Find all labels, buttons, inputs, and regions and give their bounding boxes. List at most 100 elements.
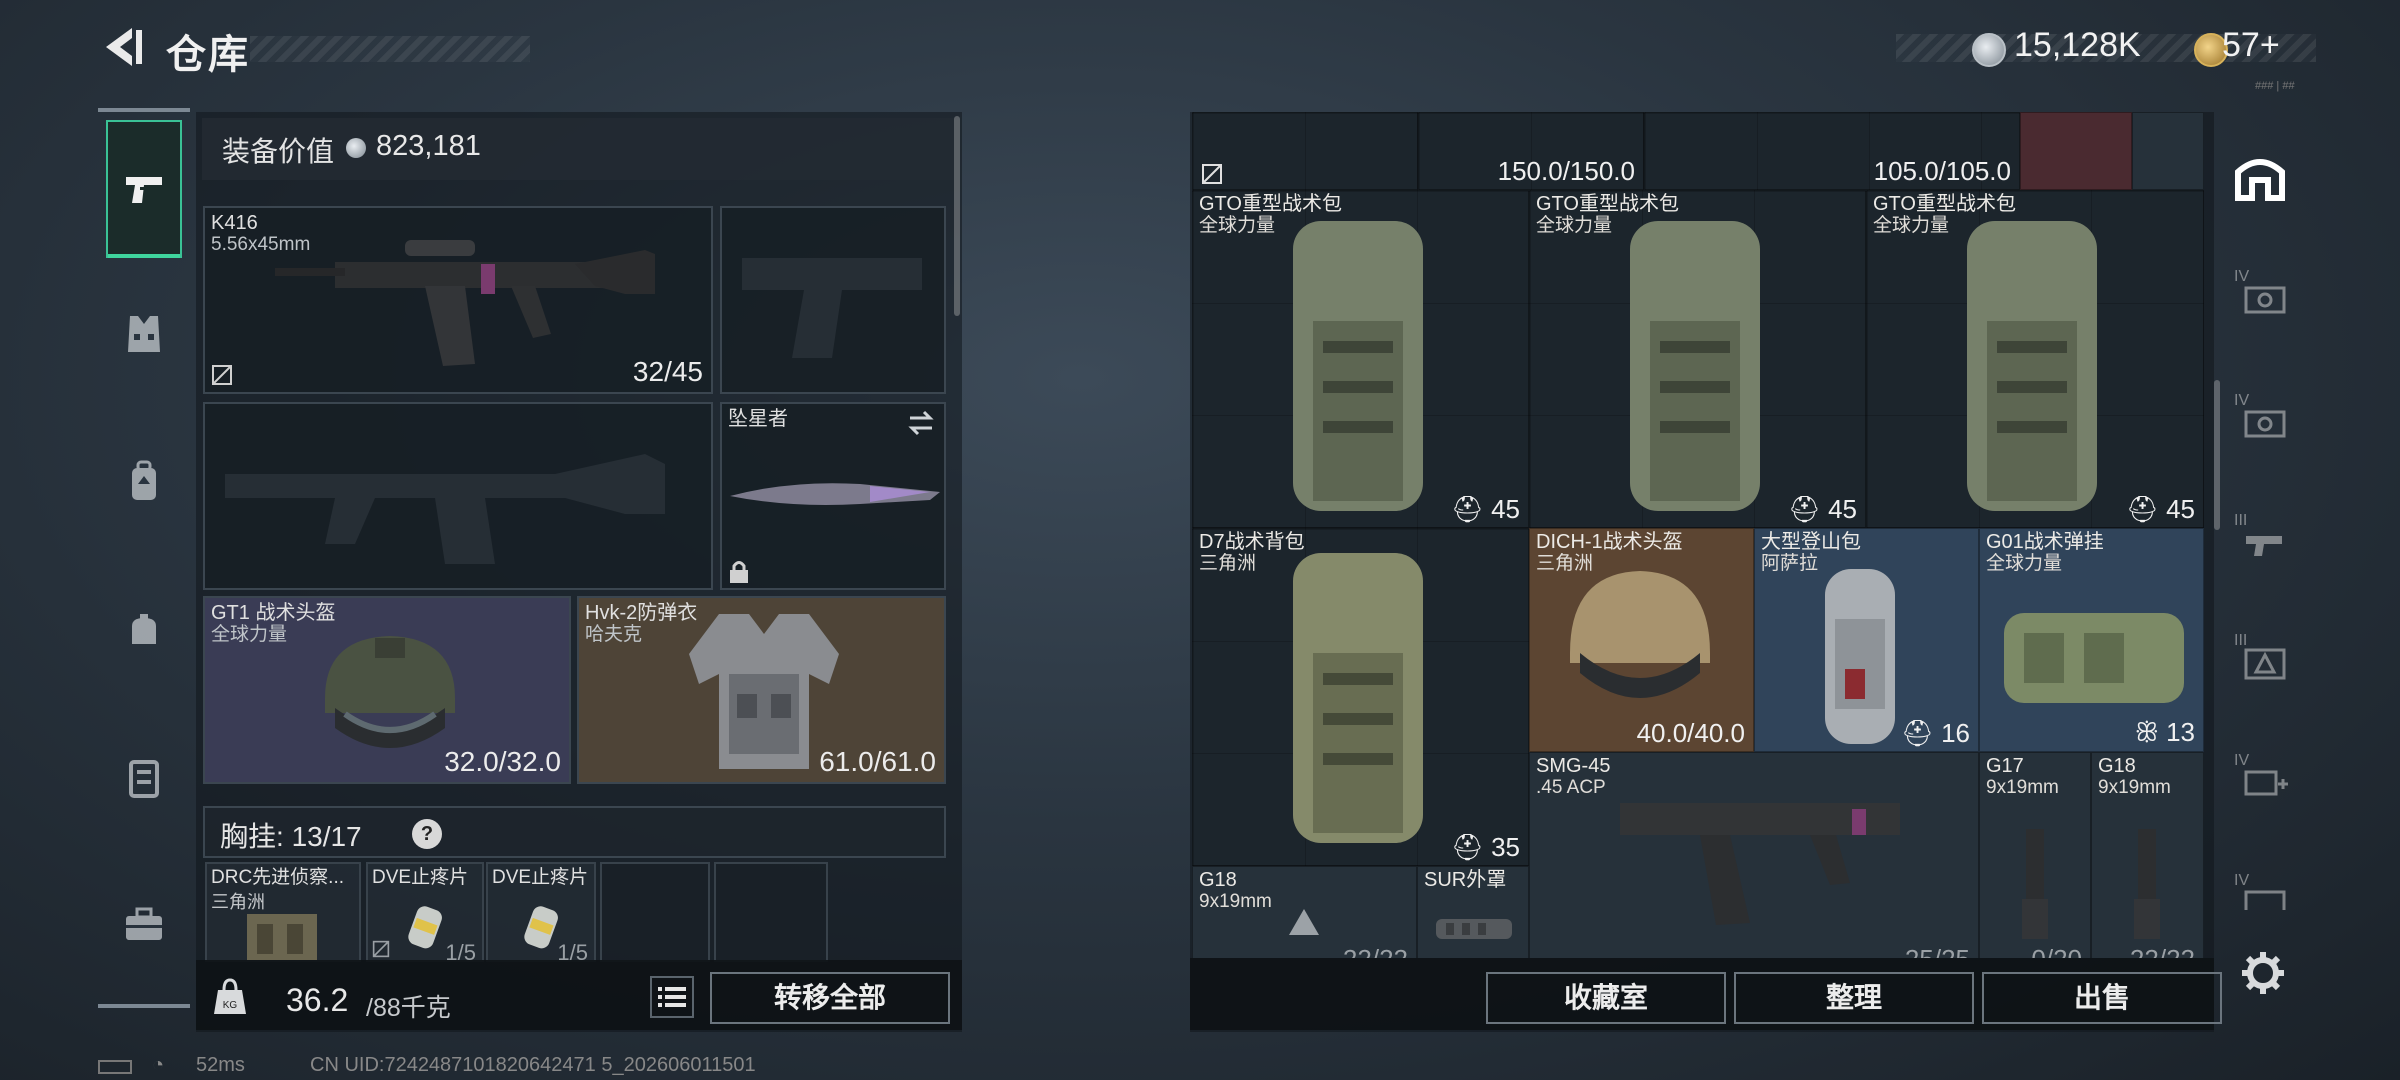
help-icon[interactable]: ? bbox=[412, 819, 442, 849]
slot-primary-weapon[interactable]: K416 5.56x45mm 32/45 bbox=[203, 206, 713, 394]
capacity-icon: ⛑ bbox=[1787, 494, 1821, 524]
chest-item-count: 1/5 bbox=[445, 940, 476, 962]
pouch-icon bbox=[132, 614, 156, 644]
nav-backpack[interactable] bbox=[106, 444, 182, 520]
battery-icon bbox=[98, 1060, 132, 1074]
item-name: DICH-1战术头盔 bbox=[1536, 531, 1683, 553]
nav-armor[interactable] bbox=[106, 296, 182, 372]
lock-icon bbox=[730, 561, 748, 583]
item-count: 13 bbox=[2166, 717, 2195, 747]
chest-item-name: DVE止疼片 bbox=[372, 867, 469, 888]
item-mag: 22/22 bbox=[1343, 944, 1408, 958]
side-tab-6[interactable]: IV bbox=[2234, 870, 2290, 910]
side-tab-4[interactable]: III bbox=[2234, 630, 2290, 684]
chest-item-name: DVE止疼片 bbox=[492, 867, 589, 888]
nav-pouch[interactable] bbox=[106, 592, 182, 668]
sort-button[interactable]: 整理 bbox=[1734, 972, 1974, 1024]
item-faction: 三角洲 bbox=[1199, 553, 1257, 574]
weapon-mag: 32/45 bbox=[632, 356, 703, 387]
backpack-image bbox=[1967, 221, 2097, 511]
item-ammo: 9x19mm bbox=[2098, 777, 2171, 798]
side-tab-2[interactable]: IV bbox=[2234, 390, 2290, 444]
stash-item[interactable]: DICH-1战术头盔 三角洲 40.0/40.0 bbox=[1529, 528, 1754, 752]
item-faction: 全球力量 bbox=[1873, 215, 1950, 236]
swap-icon[interactable] bbox=[906, 410, 936, 436]
item-capacity: ⛑ 35 bbox=[1451, 832, 1520, 863]
nav-top-line bbox=[98, 108, 190, 112]
stash-item[interactable]: GTO重型战术包 全球力量 ⛑ 45 bbox=[1866, 190, 2204, 528]
stash-home-icon[interactable] bbox=[2232, 150, 2288, 206]
stash-item[interactable]: SMG-45 .45 ACP 25/25 bbox=[1529, 752, 1979, 958]
bag-image bbox=[1825, 569, 1895, 744]
helmet-durability: 32.0/32.0 bbox=[444, 746, 561, 777]
stash-item[interactable]: SUR外罩 bbox=[1417, 866, 1529, 958]
backpack-image bbox=[1293, 553, 1423, 843]
weight-current: 36.2 bbox=[286, 982, 349, 1018]
list-view-button[interactable] bbox=[650, 976, 694, 1018]
chest-slot-empty[interactable] bbox=[600, 862, 710, 962]
stash-item[interactable]: G17 9x19mm 0/20 bbox=[1979, 752, 2091, 958]
no-insure-icon bbox=[1202, 164, 1222, 184]
chest-item[interactable]: DVE止疼片 1/5 bbox=[366, 862, 484, 962]
item-ammo: 9x19mm bbox=[1986, 777, 2059, 798]
item-name: G18 bbox=[1199, 869, 1237, 891]
no-insure-icon bbox=[212, 365, 232, 385]
slot-body-armor[interactable]: Hvk-2防弹衣 哈夫克 61.0/61.0 bbox=[577, 596, 946, 784]
pistol-icon bbox=[126, 177, 162, 203]
stash-item-partial[interactable] bbox=[1192, 112, 1418, 190]
suppressor-cover-image bbox=[1436, 919, 1512, 939]
slot-melee[interactable]: 坠星者 bbox=[720, 402, 946, 590]
stash-item[interactable]: G01战术弹挂 全球力量 ꕥ 13 bbox=[1979, 528, 2204, 752]
chest-slot-empty[interactable] bbox=[714, 862, 828, 962]
rig-icon: ꕥ bbox=[2134, 717, 2159, 747]
stash-item[interactable]: 大型登山包 阿萨拉 ⛑ 16 bbox=[1754, 528, 1979, 752]
no-insure-icon bbox=[372, 940, 390, 958]
equipment-scrollbar[interactable] bbox=[954, 116, 960, 316]
gear-icon[interactable] bbox=[2240, 950, 2286, 996]
svg-text:KG: KG bbox=[223, 1000, 238, 1011]
item-faction: 全球力量 bbox=[1986, 553, 2063, 574]
case-icon bbox=[129, 760, 159, 798]
wifi-icon: ◔ bbox=[152, 1054, 165, 1076]
item-name: 大型登山包 bbox=[1761, 531, 1861, 553]
item-capacity: ⛑ 45 bbox=[2126, 494, 2195, 525]
stash-item[interactable]: GTO重型战术包 全球力量 ⛑ 45 bbox=[1529, 190, 1866, 528]
stash-item-partial[interactable] bbox=[2020, 112, 2132, 190]
stash-item[interactable]: GTO重型战术包 全球力量 ⛑ 45 bbox=[1192, 190, 1529, 528]
slot-pistol-empty[interactable] bbox=[720, 206, 946, 394]
side-tab-1[interactable]: IV bbox=[2234, 266, 2290, 320]
user-uid: CN UID:7242487101820642471 5_20260601150… bbox=[310, 1054, 756, 1076]
rank-triangle-icon bbox=[1289, 909, 1319, 935]
collection-room-button[interactable]: 收藏室 bbox=[1486, 972, 1726, 1024]
side-tab-3[interactable]: III bbox=[2234, 510, 2290, 564]
nav-toolbox[interactable] bbox=[106, 886, 182, 962]
slot-helmet[interactable]: GT1 战术头盔 全球力量 32.0/32.0 bbox=[203, 596, 571, 784]
medical-crate-icon bbox=[2244, 770, 2288, 796]
stash-grid[interactable]: 150.0/150.0 105.0/105.0 GTO重型战术包 全球力量 ⛑ … bbox=[1192, 112, 2204, 958]
item-faction: 全球力量 bbox=[1536, 215, 1613, 236]
armor-faction: 哈夫克 bbox=[585, 624, 643, 645]
slot-secondary-weapon-empty[interactable] bbox=[203, 402, 713, 590]
chest-item[interactable]: DRC先进侦察... 三角洲 bbox=[205, 862, 361, 962]
currency-gold-value[interactable]: 57+ bbox=[2222, 26, 2280, 65]
stash-item[interactable]: D7战术背包 三角洲 ⛑ 35 bbox=[1192, 528, 1529, 866]
item-durability: 40.0/40.0 bbox=[1636, 718, 1745, 748]
painkiller-image bbox=[408, 906, 442, 949]
stash-item[interactable]: G18 9x19mm 22/22 bbox=[1192, 866, 1417, 958]
armor-durability: 61.0/61.0 bbox=[819, 746, 936, 777]
nav-weapons[interactable] bbox=[106, 120, 182, 258]
back-arrow-icon[interactable] bbox=[96, 22, 146, 72]
stash-cell-empty[interactable] bbox=[2132, 112, 2204, 190]
stash-item-partial[interactable]: 105.0/105.0 bbox=[1644, 112, 2020, 190]
nav-secure-case[interactable] bbox=[106, 740, 182, 816]
weapon-name: K416 bbox=[211, 212, 258, 234]
side-tab-5[interactable]: IV bbox=[2234, 750, 2290, 804]
stash-item[interactable]: G18 9x19mm 22/22 bbox=[2091, 752, 2204, 958]
currency-main-value[interactable]: 15,128K bbox=[2014, 26, 2141, 65]
sell-button[interactable]: 出售 bbox=[1982, 972, 2222, 1024]
stash-scrollbar[interactable] bbox=[2214, 380, 2220, 530]
chest-item[interactable]: DVE止疼片 1/5 bbox=[486, 862, 596, 962]
capacity-icon: ⛑ bbox=[1900, 718, 1934, 748]
transfer-all-button[interactable]: 转移全部 bbox=[710, 972, 950, 1024]
stash-item-partial[interactable]: 150.0/150.0 bbox=[1418, 112, 1644, 190]
